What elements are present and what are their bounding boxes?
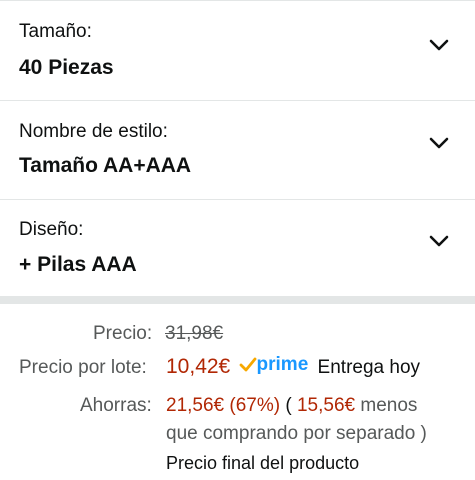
chevron-down-icon[interactable]	[429, 137, 449, 151]
variation-style[interactable]: Nombre de estilo: Tamaño AA+AAA	[0, 100, 475, 199]
prime-label: prime	[256, 354, 309, 375]
savings-row: 21,56€ (67%) ( 15,56€ menos	[166, 395, 417, 417]
lot-price-row: 10,42€ prime Entrega hoy	[166, 354, 420, 379]
lot-price-label: Precio por lote:	[19, 357, 147, 378]
variation-style-value: Tamaño AA+AAA	[19, 154, 192, 177]
variation-size-value: 40 Piezas	[19, 56, 114, 79]
variation-design[interactable]: Diseño: + Pilas AAA	[0, 199, 475, 296]
savings-compare-price: 15,56€	[296, 395, 356, 416]
chevron-down-icon[interactable]	[429, 235, 449, 249]
savings-amount: 21,56€ (67%)	[166, 395, 281, 416]
prime-badge: prime	[239, 354, 309, 376]
savings-line2: que comprando por separado )	[166, 423, 427, 444]
lot-price: 10,42€	[166, 355, 231, 378]
variation-style-label: Nombre de estilo:	[19, 121, 168, 142]
final-price-note: Precio final del producto	[166, 453, 360, 473]
savings-paren: (	[285, 395, 292, 416]
variation-size[interactable]: Tamaño: 40 Piezas	[0, 0, 475, 100]
savings-less: menos	[360, 395, 418, 416]
section-divider	[0, 296, 475, 304]
price-label: Precio:	[93, 323, 153, 344]
savings-label: Ahorras:	[80, 395, 152, 416]
chevron-down-icon[interactable]	[429, 39, 449, 53]
variation-design-label: Diseño:	[19, 219, 84, 240]
original-price: 31,98€	[165, 323, 224, 344]
prime-check-icon	[239, 357, 256, 372]
delivery-text: Entrega hoy	[317, 357, 421, 378]
variation-design-value: + Pilas AAA	[19, 253, 137, 276]
variation-size-label: Tamaño:	[19, 21, 92, 42]
